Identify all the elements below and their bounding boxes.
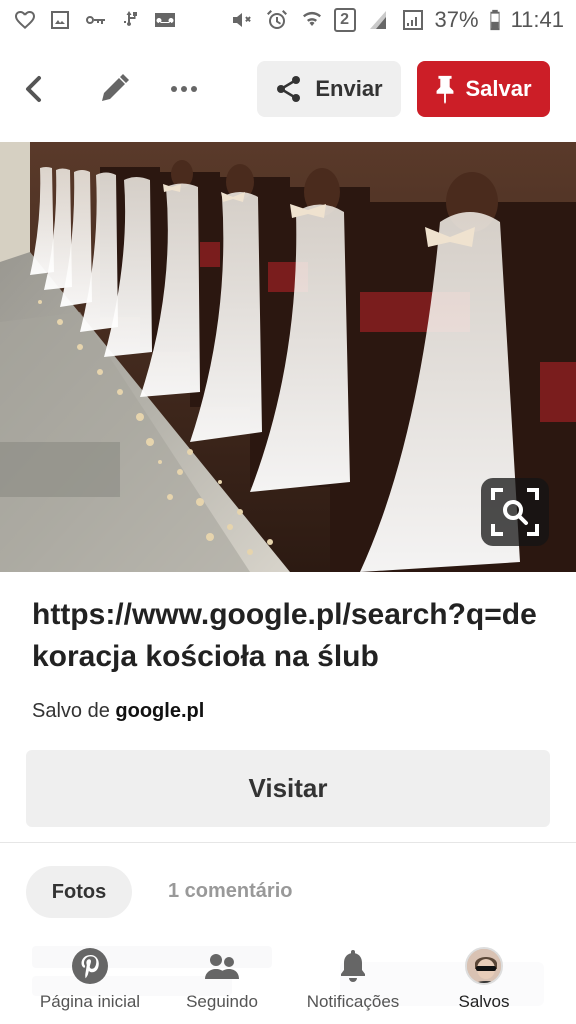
signal-icon (365, 8, 391, 32)
more-icon (171, 86, 197, 92)
visual-search-icon (491, 488, 539, 536)
nav-following-label: Seguindo (186, 992, 258, 1011)
edit-button[interactable] (94, 58, 134, 120)
send-label: Enviar (315, 76, 383, 101)
voicemail-icon (152, 8, 178, 32)
bottom-navigation: Página inicial Seguindo Notificações Sal… (0, 940, 576, 1024)
share-icon (277, 76, 301, 102)
send-button[interactable]: Enviar (257, 61, 401, 117)
divider (0, 842, 576, 843)
battery-icon (488, 8, 502, 32)
wifi-icon (299, 8, 325, 32)
usb-icon (117, 8, 143, 32)
visual-search-button[interactable] (481, 478, 549, 546)
image-icon (47, 8, 73, 32)
bell-icon (333, 946, 373, 986)
sim2-icon: 2 (333, 8, 356, 32)
save-button[interactable]: Salvar (417, 61, 550, 117)
nav-notifications[interactable]: Notificações (278, 946, 428, 1012)
battery-percent: 37% (434, 7, 479, 32)
save-label: Salvar (465, 76, 532, 101)
back-button[interactable] (14, 58, 54, 120)
mute-icon (229, 8, 255, 32)
saved-from-domain[interactable]: google.pl (115, 700, 204, 722)
signal-icon (400, 8, 426, 32)
tab-comments[interactable]: 1 comentário (168, 880, 292, 903)
sim-indicator-text: 2 (340, 11, 349, 28)
key-icon (82, 8, 108, 32)
pin-link-title[interactable]: https://www.google.pl/search?q=dekoracja… (32, 594, 552, 678)
alarm-icon (264, 8, 290, 32)
nav-following[interactable]: Seguindo (147, 946, 297, 1012)
visit-button[interactable]: Visitar (26, 750, 550, 827)
tab-photos[interactable]: Fotos (26, 866, 132, 918)
status-right-icons: 2 37% 11:41 (229, 7, 564, 33)
saved-from: Salvo de google.pl (32, 700, 204, 723)
pin-action-bar: Enviar Salvar (0, 58, 576, 120)
pencil-icon (102, 74, 129, 101)
avatar (464, 946, 504, 986)
nav-notifications-label: Notificações (306, 992, 400, 1011)
pin-detail-screen: 2 37% 11:41 Enviar Salvar https://www.go… (0, 0, 576, 1024)
more-options-button[interactable] (164, 58, 204, 120)
heart-outline-icon (12, 8, 38, 32)
pin-icon (437, 75, 454, 104)
saved-from-prefix: Salvo de (32, 700, 110, 722)
pin-image[interactable] (0, 142, 576, 572)
status-bar: 2 37% 11:41 (0, 0, 576, 40)
people-icon (202, 946, 242, 986)
nav-home-label: Página inicial (39, 992, 141, 1011)
chevron-left-icon (26, 76, 41, 102)
nav-saved[interactable]: Salvos (409, 946, 559, 1012)
nav-saved-label: Salvos (458, 992, 510, 1011)
pinterest-icon (70, 946, 110, 986)
nav-home[interactable]: Página inicial (15, 946, 165, 1012)
status-left-icons (12, 8, 178, 32)
clock: 11:41 (510, 7, 564, 32)
